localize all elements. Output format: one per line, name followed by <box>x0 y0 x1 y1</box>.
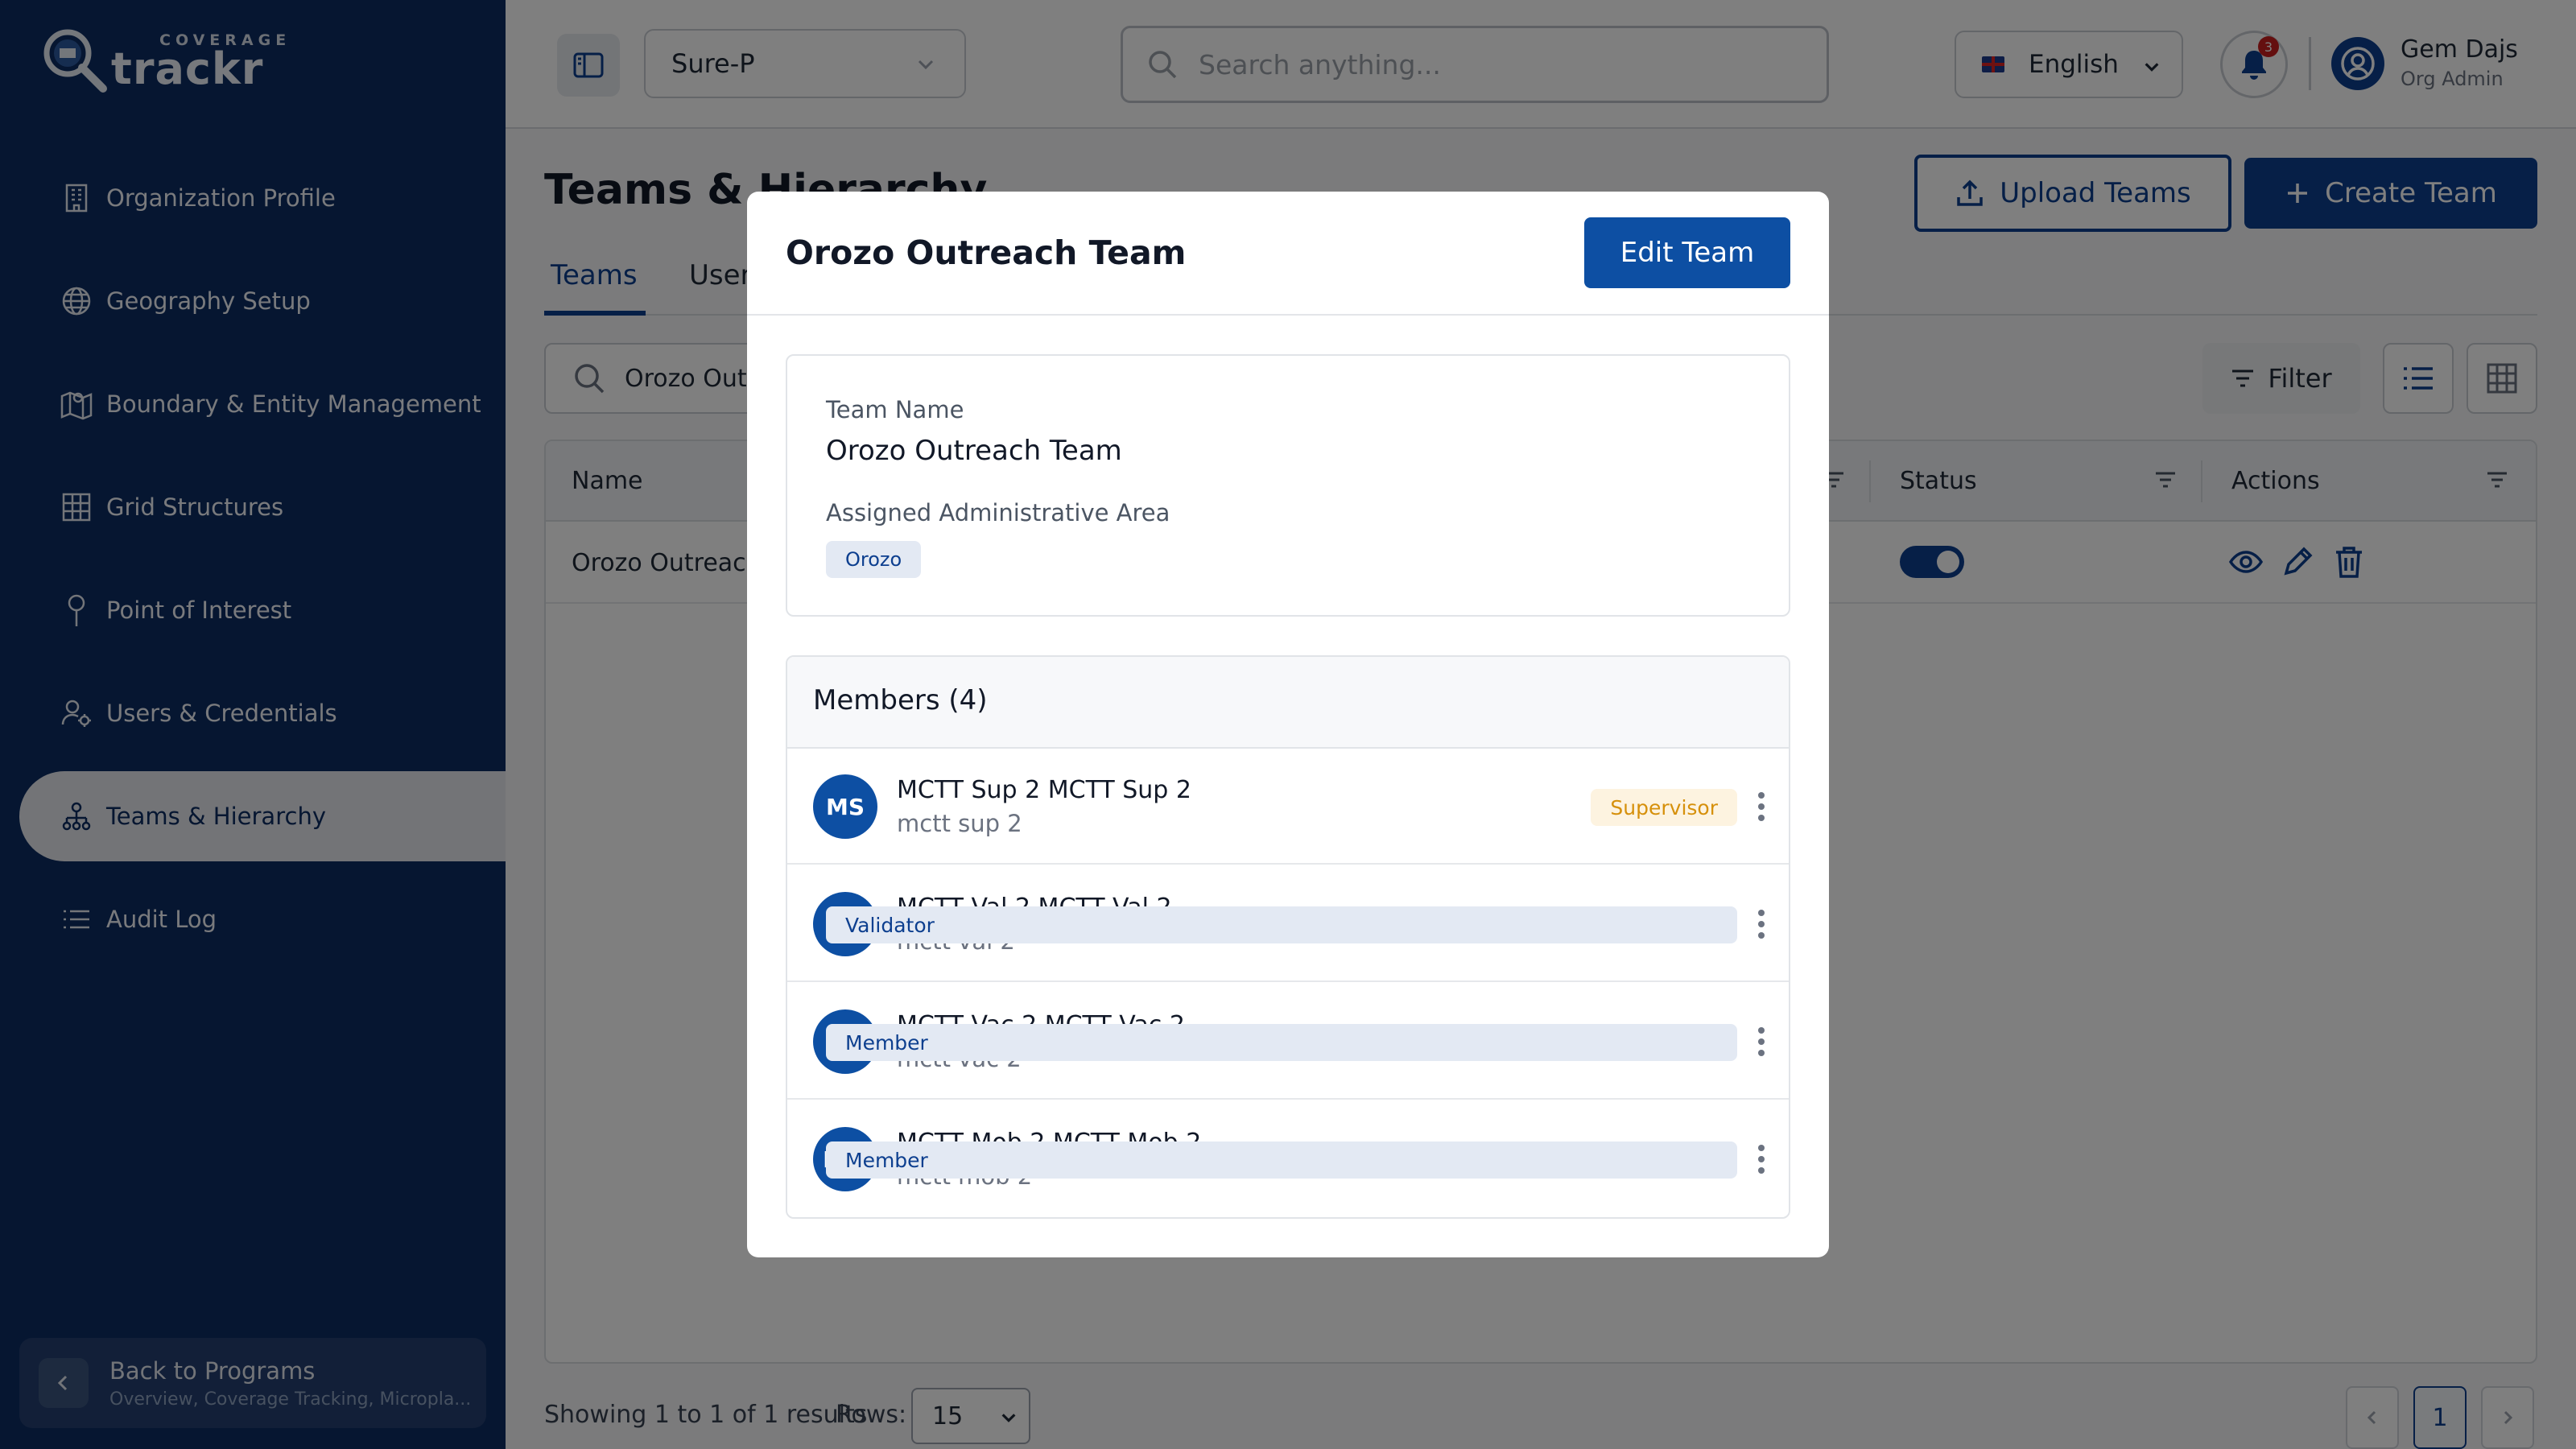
members-panel: Members (4) MS MCTT Sup 2 MCTT Sup 2 mct… <box>786 655 1790 1219</box>
member-row[interactable]: MM MCTT Mob 2 MCTT Mob 2 mctt mob 2 Memb… <box>787 1101 1789 1217</box>
role-badge: Member <box>826 1141 1737 1179</box>
team-details-modal: Orozo Outreach Team Edit Team Team Name … <box>747 192 1829 1257</box>
role-badge: Validator <box>826 906 1737 943</box>
area-label: Assigned Administrative Area <box>826 499 1170 526</box>
member-row[interactable]: MV MCTT Vac 2 MCTT Vac 2 mctt vac 2 Memb… <box>787 984 1789 1100</box>
member-avatar: MS <box>813 774 877 839</box>
team-name-value: Orozo Outreach Team <box>826 435 1122 467</box>
member-name: MCTT Sup 2 MCTT Sup 2 <box>897 776 1191 804</box>
edit-team-button[interactable]: Edit Team <box>1584 217 1790 288</box>
member-row[interactable]: MS MCTT Sup 2 MCTT Sup 2 mctt sup 2 Supe… <box>787 749 1789 865</box>
team-info-card: Team Name Orozo Outreach Team Assigned A… <box>786 354 1790 617</box>
modal-title: Orozo Outreach Team <box>786 233 1187 272</box>
member-row[interactable]: MV MCTT Val 2 MCTT Val 2 mctt val 2 Vali… <box>787 866 1789 982</box>
area-chip: Orozo <box>826 541 922 578</box>
team-name-label: Team Name <box>826 396 964 423</box>
role-badge: Member <box>826 1024 1737 1061</box>
members-title: Members (4) <box>813 684 988 716</box>
more-vertical-icon[interactable] <box>1757 1026 1766 1058</box>
members-header: Members (4) <box>787 657 1789 749</box>
more-vertical-icon[interactable] <box>1757 908 1766 940</box>
modal-header: Orozo Outreach Team Edit Team <box>747 192 1829 316</box>
more-vertical-icon[interactable] <box>1757 791 1766 823</box>
role-badge: Supervisor <box>1591 789 1737 826</box>
more-vertical-icon[interactable] <box>1757 1143 1766 1175</box>
member-username: mctt sup 2 <box>897 810 1022 837</box>
